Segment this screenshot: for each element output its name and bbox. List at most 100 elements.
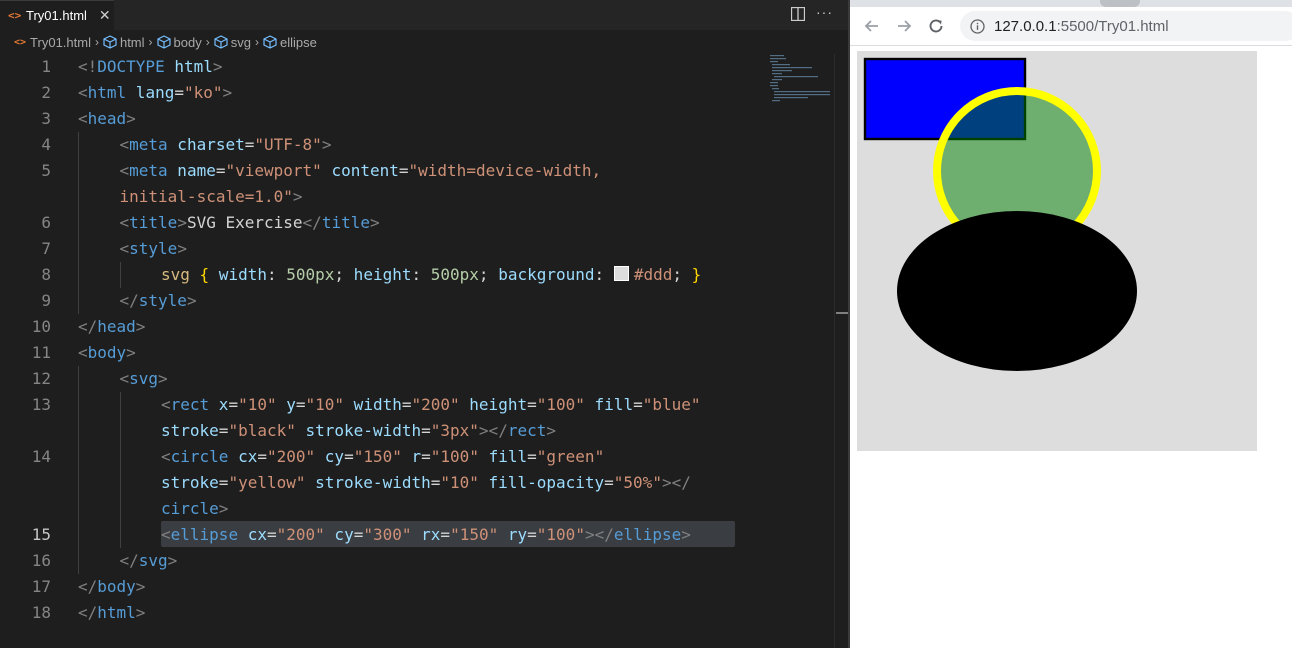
- code-editor[interactable]: <> Try01.html ✕ ··· <> Try01.html › html…: [0, 0, 848, 648]
- url-host: 127.0.0.1: [994, 17, 1057, 35]
- code-token: ></: [478, 421, 508, 440]
- code-token: style: [138, 291, 187, 310]
- code-token: <: [161, 447, 171, 466]
- code-token: >: [126, 343, 136, 362]
- minimap[interactable]: [768, 54, 834, 114]
- code-text: <rect x="10" y="10" width="200" height="…: [161, 392, 701, 418]
- code-token: stroke: [161, 421, 219, 440]
- code-text: <style>: [120, 236, 187, 262]
- code-token: >: [218, 499, 229, 518]
- split-editor-icon[interactable]: [791, 7, 805, 21]
- code-text: <head>: [78, 106, 136, 132]
- code-text: </svg>: [120, 548, 178, 574]
- code-token: :: [594, 265, 605, 284]
- html-file-icon: <>: [14, 36, 27, 48]
- code-token: =: [257, 447, 267, 466]
- code-token: <: [78, 83, 88, 102]
- code-token: {: [189, 265, 210, 284]
- code-token: >: [321, 135, 332, 154]
- breadcrumb-item-svg[interactable]: svg: [214, 35, 251, 50]
- code-token: initial-scale=1.0": [119, 187, 293, 206]
- code-token: <!: [78, 57, 98, 76]
- breadcrumb-item-body[interactable]: body: [156, 35, 202, 50]
- code-token: </: [78, 317, 98, 336]
- code-token: <: [161, 525, 171, 544]
- code-token: cx: [238, 525, 267, 544]
- code-text: circle>: [161, 496, 228, 522]
- code-token: ellipse: [170, 525, 239, 544]
- code-token: height: [459, 395, 528, 414]
- code-token: html: [97, 603, 136, 622]
- code-token: SVG Exercise: [186, 213, 303, 232]
- code-text: <body>: [78, 340, 136, 366]
- indent-guide: [120, 392, 121, 548]
- code-token: name: [167, 161, 216, 180]
- code-token: rx: [411, 525, 441, 544]
- code-token: stroke-width: [305, 473, 431, 492]
- code-token: <: [78, 109, 88, 128]
- url-path: :5500/Try01.html: [1056, 17, 1169, 35]
- code-token: style: [129, 239, 178, 258]
- code-token: title: [321, 213, 370, 232]
- code-token: "100": [430, 447, 479, 466]
- code-token: }: [681, 265, 702, 284]
- code-token: "viewport": [225, 161, 322, 180]
- line-number: 8: [41, 265, 51, 284]
- code-text: stroke="yellow" stroke-width="10" fill-o…: [161, 470, 691, 496]
- code-token: <: [161, 395, 171, 414]
- chevron-right-icon: ›: [205, 35, 210, 49]
- tab-try01-html[interactable]: <> Try01.html ✕: [0, 0, 114, 30]
- breadcrumb-item-file[interactable]: <> Try01.html: [14, 35, 91, 50]
- code-token: =: [440, 525, 451, 544]
- code-token: cx: [228, 447, 258, 466]
- code-token: y: [276, 395, 296, 414]
- code-text: <html lang="ko">: [78, 80, 232, 106]
- code-token: =: [228, 395, 239, 414]
- address-bar[interactable]: 127.0.0.1:5500/Try01.html: [960, 11, 1292, 41]
- vertical-scrollbar[interactable]: [834, 54, 848, 648]
- code-token: circle: [170, 447, 229, 466]
- forward-arrow-icon[interactable]: [895, 17, 913, 35]
- line-number: 12: [31, 369, 51, 388]
- code-token: "blue": [642, 395, 701, 414]
- breadcrumb-label: svg: [230, 34, 251, 50]
- code-token: >: [167, 551, 178, 570]
- code-token: </: [78, 603, 98, 622]
- close-icon[interactable]: ✕: [99, 8, 111, 24]
- code-token: svg: [138, 551, 168, 570]
- scrollbar-marker: [836, 312, 848, 314]
- code-token: ry: [498, 525, 528, 544]
- code-token: <: [119, 239, 130, 258]
- info-icon[interactable]: [970, 18, 985, 34]
- code-token: "UTF-8": [254, 135, 322, 154]
- code-token: "10": [440, 473, 479, 492]
- line-number: 14: [31, 447, 51, 466]
- code-token: cy: [315, 447, 345, 466]
- breadcrumb-label: Try01.html: [30, 34, 91, 50]
- color-swatch-icon[interactable]: [613, 266, 629, 281]
- reload-icon[interactable]: [927, 17, 945, 35]
- browser-tab[interactable]: [1100, 0, 1140, 7]
- code-token: html: [87, 83, 127, 102]
- code-token: "yellow": [228, 473, 306, 492]
- code-token: =: [527, 525, 537, 544]
- code-token: <: [119, 369, 130, 388]
- code-text: <title>SVG Exercise</title>: [120, 210, 380, 236]
- breadcrumb-item-html[interactable]: html: [103, 35, 145, 50]
- code-token: =: [633, 395, 643, 414]
- code-token: rect: [170, 395, 210, 414]
- code-token: </: [302, 213, 322, 232]
- back-arrow-icon[interactable]: [863, 17, 881, 35]
- code-token: >: [126, 109, 136, 128]
- code-text: <svg>: [120, 366, 168, 392]
- breadcrumb-item-ellipse[interactable]: ellipse: [263, 35, 317, 50]
- browser-window: 127.0.0.1:5500/Try01.html: [848, 0, 1292, 648]
- code-token: head: [87, 109, 127, 128]
- element-cube-icon: [103, 35, 117, 49]
- more-actions-icon[interactable]: ···: [816, 4, 833, 20]
- code-token: :: [266, 265, 277, 284]
- code-token: >: [222, 83, 233, 102]
- code-token: =: [527, 395, 537, 414]
- code-token: ;: [334, 265, 345, 284]
- code-token: =: [353, 525, 364, 544]
